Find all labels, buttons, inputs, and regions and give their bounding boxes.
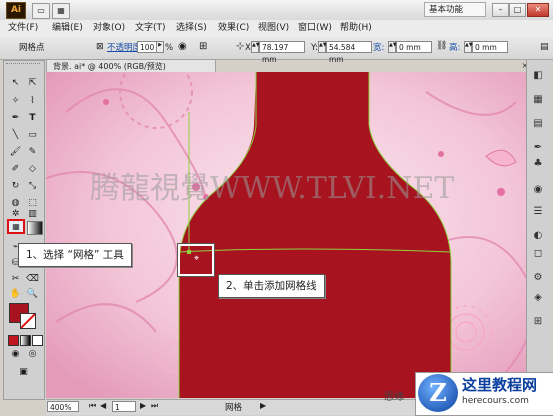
gradient-tool-icon[interactable] bbox=[27, 221, 43, 235]
menu-object[interactable]: 对象(O) bbox=[93, 22, 125, 35]
next-page-icon[interactable]: ▶ bbox=[140, 401, 146, 410]
symbols-panel-icon[interactable]: ♣ bbox=[530, 156, 546, 172]
gradient-panel-icon[interactable]: ◐ bbox=[530, 228, 546, 244]
stroke-panel-icon[interactable]: ☰ bbox=[530, 204, 546, 220]
artboards-panel-icon[interactable]: ⊞ bbox=[530, 314, 546, 330]
opacity-unit: % bbox=[165, 43, 174, 53]
arrange-documents-icon[interactable]: ▦ bbox=[52, 3, 70, 19]
transparency-panel-icon[interactable]: ◻ bbox=[530, 246, 546, 262]
none-mode-icon[interactable] bbox=[32, 335, 43, 346]
artboard-canvas[interactable]: 腾龍視覺WWW.TLVI.NET bbox=[46, 72, 526, 398]
callout-step-1: 1、选择 “网格” 工具 bbox=[18, 243, 132, 267]
pen-tool-icon[interactable]: ✒ bbox=[8, 111, 23, 126]
stroke-color-swatch[interactable] bbox=[20, 313, 36, 329]
opacity-icon: ⊠ bbox=[96, 42, 104, 52]
artwork-svg: 腾龍視覺WWW.TLVI.NET bbox=[46, 72, 526, 398]
maximize-button[interactable]: □ bbox=[509, 3, 526, 17]
toolbox-grip bbox=[6, 63, 40, 68]
x-input[interactable]: 78.197 mm bbox=[259, 41, 305, 64]
screen-mode-icon[interactable]: ▣ bbox=[16, 365, 31, 380]
zoom-tool-icon[interactable]: 🔍 bbox=[25, 287, 40, 302]
slice-tool-icon[interactable]: ✂ bbox=[8, 272, 23, 287]
width-input[interactable]: 0 mm bbox=[396, 41, 432, 53]
app-logo: Ai bbox=[6, 2, 26, 19]
layers-panel-icon[interactable]: ◈ bbox=[530, 290, 546, 306]
document-tab[interactable]: 背景. ai* @ 400% (RGB/预览) bbox=[46, 59, 216, 72]
draw-behind-icon[interactable]: ◎ bbox=[25, 347, 40, 362]
reference-point-icon[interactable]: ⊹ bbox=[236, 41, 244, 52]
page-select[interactable]: 1 bbox=[112, 401, 136, 412]
height-input[interactable]: 0 mm bbox=[472, 41, 508, 53]
x-stepper[interactable]: ▲▼ bbox=[251, 41, 260, 53]
y-input[interactable]: 54.584 mm bbox=[326, 41, 372, 64]
menu-file[interactable]: 文件(F) bbox=[8, 22, 38, 35]
current-tool-label: 网格点 bbox=[19, 43, 45, 53]
no-stroke-icon bbox=[20, 313, 36, 329]
hand-tool-icon[interactable]: ✋ bbox=[8, 287, 23, 302]
color-mode-icon[interactable] bbox=[8, 335, 19, 346]
brand-logo: Z bbox=[418, 374, 458, 412]
blob-brush-tool-icon[interactable]: ✐ bbox=[8, 162, 23, 177]
panel-menu-icon[interactable]: ▤ bbox=[540, 42, 549, 52]
graphic-styles-icon[interactable]: ◉ bbox=[530, 182, 546, 198]
line-tool-icon[interactable]: ╲ bbox=[8, 128, 23, 143]
eraser2-tool-icon[interactable]: ⌫ bbox=[25, 272, 40, 287]
link-icon[interactable]: ⛓ bbox=[436, 41, 447, 51]
recolor-icon[interactable]: ◉ bbox=[178, 41, 187, 52]
status-tool-name: 网格 bbox=[225, 403, 243, 413]
width-stepper[interactable]: ▲▼ bbox=[388, 41, 397, 53]
watermark-corner-text: 思缘 bbox=[384, 392, 404, 403]
rotate-tool-icon[interactable]: ↻ bbox=[8, 179, 23, 194]
paintbrush-tool-icon[interactable]: 🖌 bbox=[8, 145, 23, 160]
minimize-button[interactable]: – bbox=[492, 3, 509, 17]
height-label: 高: bbox=[449, 43, 461, 53]
magic-wand-tool-icon[interactable]: ✧ bbox=[8, 94, 23, 109]
opacity-dropdown[interactable]: ▶ bbox=[156, 41, 164, 53]
menu-type[interactable]: 文字(T) bbox=[135, 22, 166, 35]
swatches-panel-icon[interactable]: ▤ bbox=[530, 116, 546, 132]
draw-normal-icon[interactable]: ◉ bbox=[8, 347, 23, 362]
menu-effect[interactable]: 效果(C) bbox=[218, 22, 249, 35]
lasso-tool-icon[interactable]: ⌇ bbox=[25, 94, 40, 109]
watermark-text: 腾龍視覺WWW.TLVI.NET bbox=[90, 171, 454, 206]
status-menu-icon[interactable]: ▶ bbox=[260, 401, 266, 410]
menu-help[interactable]: 帮助(H) bbox=[340, 22, 372, 35]
last-page-icon[interactable]: ⏭ bbox=[151, 401, 158, 411]
workspace-switcher[interactable]: 基本功能 bbox=[424, 2, 486, 17]
zoom-select[interactable]: 400% bbox=[47, 401, 79, 412]
menu-edit[interactable]: 编辑(E) bbox=[52, 22, 83, 35]
first-page-icon[interactable]: ⏮ bbox=[89, 401, 96, 411]
align-icon[interactable]: ⊞ bbox=[199, 41, 207, 52]
scale-tool-icon[interactable]: ⤡ bbox=[25, 179, 40, 194]
brushes-panel-icon[interactable]: ✒ bbox=[530, 140, 546, 156]
prev-page-icon[interactable]: ◀ bbox=[100, 401, 106, 410]
menu-select[interactable]: 选择(S) bbox=[176, 22, 207, 35]
mesh-cursor-icon: ⌖ bbox=[194, 254, 200, 264]
width-label: 宽: bbox=[373, 43, 385, 53]
menu-window[interactable]: 窗口(W) bbox=[298, 22, 332, 35]
selection-tool-icon[interactable]: ↖ bbox=[8, 76, 23, 91]
gradient-mode-icon[interactable] bbox=[20, 335, 31, 346]
color-guide-icon[interactable]: ▦ bbox=[530, 92, 546, 108]
brand-url: herecours.com bbox=[462, 396, 529, 406]
appearance-panel-icon[interactable]: ⚙ bbox=[530, 270, 546, 286]
y-stepper[interactable]: ▲▼ bbox=[318, 41, 327, 53]
y-label: Y: bbox=[311, 43, 318, 53]
eraser-tool-icon[interactable]: ◇ bbox=[25, 162, 40, 177]
opacity-input[interactable]: 100 bbox=[137, 41, 157, 53]
callout-step-2: 2、单击添加网格线 bbox=[218, 274, 325, 298]
height-stepper[interactable]: ▲▼ bbox=[464, 41, 473, 53]
pencil-tool-icon[interactable]: ✎ bbox=[25, 145, 40, 160]
menu-view[interactable]: 视图(V) bbox=[258, 22, 289, 35]
close-button[interactable]: ✕ bbox=[527, 3, 549, 17]
brand-name: 这里教程网 bbox=[462, 376, 538, 394]
type-tool-icon[interactable]: T bbox=[25, 111, 40, 126]
color-panel-icon[interactable]: ◧ bbox=[530, 68, 546, 84]
mesh-tool-icon[interactable]: ▦ bbox=[7, 219, 25, 234]
graph-tool-icon[interactable]: ▥ bbox=[25, 207, 40, 222]
direct-selection-tool-icon[interactable]: ⇱ bbox=[25, 76, 40, 91]
rectangle-tool-icon[interactable]: ▭ bbox=[25, 128, 40, 143]
bridge-icon[interactable]: ▭ bbox=[32, 3, 50, 19]
